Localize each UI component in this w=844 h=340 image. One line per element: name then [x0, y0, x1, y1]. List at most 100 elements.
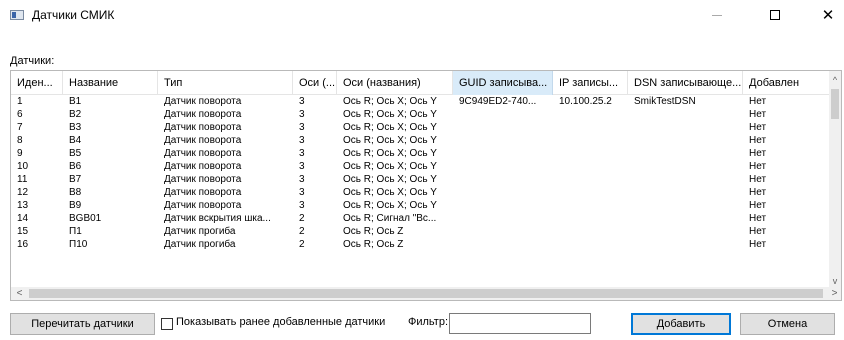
cell-dsn — [628, 226, 743, 238]
sensors-table[interactable]: Иден... Название Тип Оси (... Оси (назва… — [10, 70, 842, 301]
show-added-label[interactable]: Показывать ранее добавленные датчики — [176, 316, 385, 328]
table-header: Иден... Название Тип Оси (... Оси (назва… — [11, 71, 831, 95]
table-row[interactable]: 9 B5 Датчик поворота 3 Ось R; Ось X; Ось Y Не… — [11, 148, 831, 160]
vertical-scroll-thumb[interactable] — [831, 89, 839, 119]
cell-axes-names: Ось R; Ось Z — [343, 226, 404, 237]
window-title: Датчики СМИК — [32, 8, 115, 22]
cell-dsn — [628, 161, 743, 173]
cell-id: 6 — [17, 109, 23, 120]
table-row[interactable]: 7 B3 Датчик поворота 3 Ось R; Ось X; Ось Y Не… — [11, 122, 831, 134]
column-header-ip[interactable]: IP записы... — [553, 71, 628, 95]
cell-ip — [553, 239, 628, 251]
table-row[interactable]: 12 B8 Датчик поворота 3 Ось R; Ось X; Ось Y Н… — [11, 187, 831, 199]
cell-ip — [553, 122, 628, 134]
cell-added: Нет — [749, 187, 767, 198]
cell-id: 12 — [17, 187, 29, 198]
cell-name: B7 — [69, 174, 82, 185]
column-header-type[interactable]: Тип — [158, 71, 293, 95]
column-header-axes-count[interactable]: Оси (... — [293, 71, 337, 95]
table-row[interactable]: 15 П1 Датчик прогиба 2 Ось R; Ось Z Нет — [11, 226, 831, 238]
cell-added: Нет — [749, 109, 767, 120]
column-header-guid[interactable]: GUID записыва... — [453, 71, 553, 95]
add-button[interactable]: Добавить — [631, 313, 731, 335]
sensors-label: Датчики: — [10, 55, 55, 67]
cell-guid — [453, 161, 553, 173]
cell-added: Нет — [749, 135, 767, 146]
filter-input[interactable] — [449, 313, 591, 334]
cell-axes-names: Ось R; Ось X; Ось Y — [343, 200, 437, 211]
cell-id: 14 — [17, 213, 29, 224]
cell-axes-names: Ось R; Ось X; Ось Y — [343, 135, 437, 146]
cell-type: Датчик прогиба — [164, 226, 236, 237]
cell-name: П10 — [69, 239, 88, 250]
maximize-icon — [770, 10, 780, 20]
column-header-added[interactable]: Добавлен — [743, 71, 831, 95]
cell-name: B8 — [69, 187, 82, 198]
scroll-right-icon[interactable]: > — [826, 287, 841, 300]
cell-name: B3 — [69, 122, 82, 133]
cell-added: Нет — [749, 239, 767, 250]
cell-name: B5 — [69, 148, 82, 159]
cell-guid — [453, 148, 553, 160]
filter-label: Фильтр: — [408, 316, 449, 328]
cell-type: Датчик поворота — [164, 174, 242, 185]
cell-type: Датчик поворота — [164, 96, 242, 107]
cell-guid — [453, 213, 553, 225]
table-row[interactable]: 14 BGB01 Датчик вскрытия шка... 2 Ось R; Сиг… — [11, 213, 831, 225]
column-header-name[interactable]: Название — [63, 71, 158, 95]
cell-id: 13 — [17, 200, 29, 211]
cell-axes-names: Ось R; Ось X; Ось Y — [343, 174, 437, 185]
vertical-scrollbar[interactable]: ^ v — [829, 71, 841, 289]
cell-dsn — [628, 239, 743, 251]
cell-guid — [453, 226, 553, 238]
scroll-left-icon[interactable]: < — [11, 287, 28, 300]
cell-axes-names: Ось R; Сигнал "Вс... — [343, 213, 437, 224]
minimize-button[interactable] — [694, 0, 740, 30]
title-bar: Датчики СМИК ✕ — [0, 0, 844, 30]
horizontal-scroll-thumb[interactable] — [29, 289, 823, 298]
close-button[interactable]: ✕ — [805, 0, 844, 30]
cell-id: 7 — [17, 122, 23, 133]
maximize-button[interactable] — [752, 0, 798, 30]
horizontal-scrollbar[interactable]: < > — [11, 287, 841, 300]
cell-axes-count: 2 — [299, 239, 305, 250]
cell-name: B4 — [69, 135, 82, 146]
cell-id: 8 — [17, 135, 23, 146]
cell-id: 9 — [17, 148, 23, 159]
cell-added: Нет — [749, 213, 767, 224]
column-header-id[interactable]: Иден... — [11, 71, 63, 95]
cell-axes-count: 3 — [299, 161, 305, 172]
table-row[interactable]: 10 B6 Датчик поворота 3 Ось R; Ось X; Ось Y Н… — [11, 161, 831, 173]
cell-dsn — [628, 109, 743, 121]
table-row[interactable]: 1 B1 Датчик поворота 3 Ось R; Ось X; Ось Y 9C… — [11, 96, 831, 108]
cell-axes-count: 3 — [299, 135, 305, 146]
cell-added: Нет — [749, 161, 767, 172]
cell-dsn: SmikTestDSN — [634, 96, 696, 107]
cell-axes-count: 3 — [299, 96, 305, 107]
cell-ip — [553, 213, 628, 225]
table-row[interactable]: 11 B7 Датчик поворота 3 Ось R; Ось X; Ось Y Н… — [11, 174, 831, 186]
scroll-up-icon[interactable]: ^ — [829, 71, 841, 88]
minimize-icon — [712, 14, 722, 16]
cell-guid — [453, 200, 553, 212]
reread-sensors-button[interactable]: Перечитать датчики — [10, 313, 155, 335]
cell-axes-count: 2 — [299, 213, 305, 224]
cell-type: Датчик поворота — [164, 135, 242, 146]
cell-guid — [453, 174, 553, 186]
cell-guid: 9C949ED2-740... — [459, 96, 537, 107]
table-row[interactable]: 16 П10 Датчик прогиба 2 Ось R; Ось Z Нет — [11, 239, 831, 251]
table-row[interactable]: 8 B4 Датчик поворота 3 Ось R; Ось X; Ось Y Не… — [11, 135, 831, 147]
table-row[interactable]: 6 B2 Датчик поворота 3 Ось R; Ось X; Ось Y Не… — [11, 109, 831, 121]
show-added-checkbox[interactable] — [161, 318, 173, 330]
cancel-button[interactable]: Отмена — [740, 313, 835, 335]
cell-axes-count: 3 — [299, 174, 305, 185]
column-header-axes-names[interactable]: Оси (названия) — [337, 71, 453, 95]
cell-ip — [553, 174, 628, 186]
cell-added: Нет — [749, 174, 767, 185]
cell-id: 16 — [17, 239, 29, 250]
cell-axes-names: Ось R; Ось X; Ось Y — [343, 109, 437, 120]
column-header-dsn[interactable]: DSN записывающе... — [628, 71, 743, 95]
cell-id: 10 — [17, 161, 29, 172]
table-row[interactable]: 13 B9 Датчик поворота 3 Ось R; Ось X; Ось Y Н… — [11, 200, 831, 212]
cell-type: Датчик поворота — [164, 109, 242, 120]
